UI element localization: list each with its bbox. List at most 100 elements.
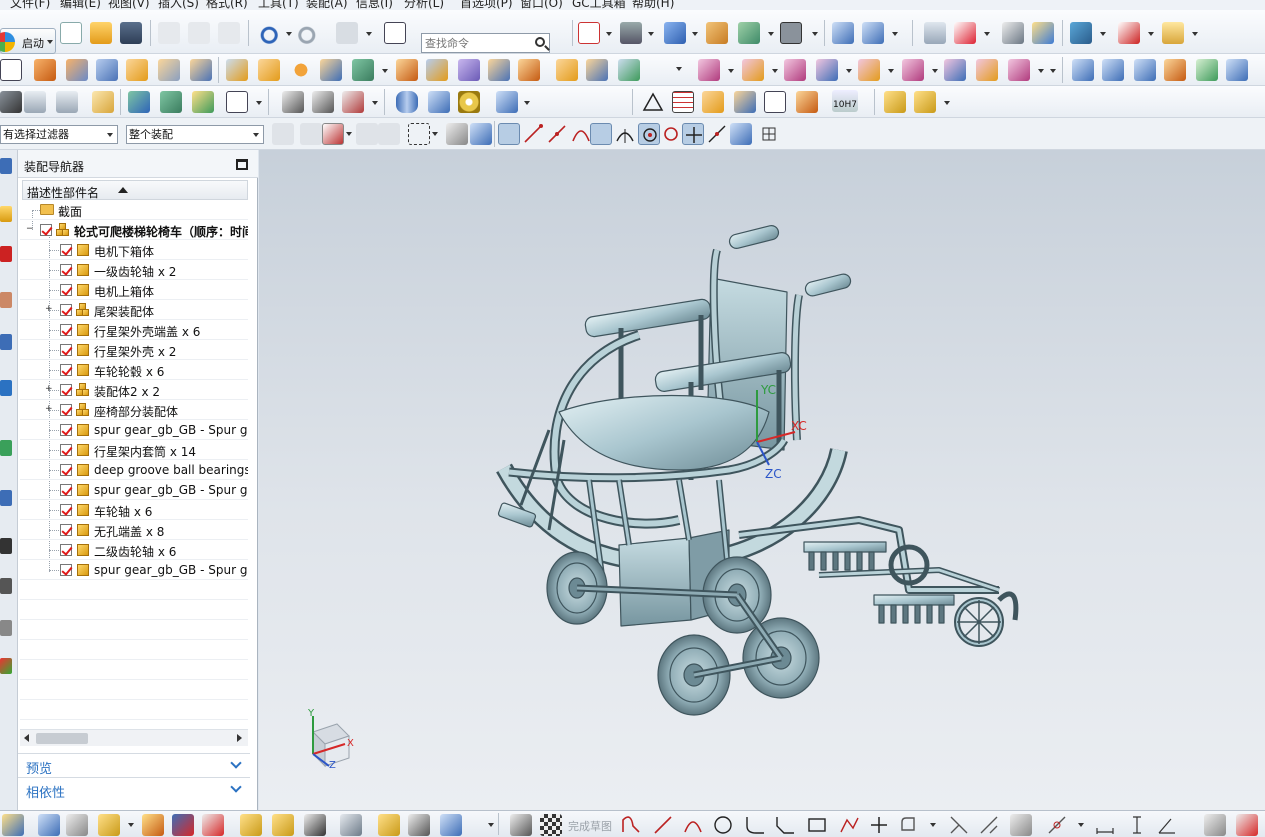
spring-constraint-icon[interactable]: [440, 814, 462, 836]
quadrant-icon[interactable]: [638, 123, 660, 145]
bounded-grid-icon[interactable]: [758, 123, 780, 145]
offset-face-icon[interactable]: [586, 59, 608, 81]
menu-preferences[interactable]: 首选项(P): [460, 0, 513, 10]
intersection-icon[interactable]: [590, 123, 612, 145]
add-component-icon[interactable]: [698, 59, 720, 81]
visibility-checkbox[interactable]: [40, 224, 52, 236]
spline-icon[interactable]: [312, 91, 334, 113]
circle-snap-icon[interactable]: [660, 123, 682, 145]
maximize-icon[interactable]: [236, 159, 248, 170]
gear-icon[interactable]: [496, 91, 518, 113]
extrude-icon[interactable]: [34, 59, 56, 81]
subtract-icon[interactable]: [352, 59, 374, 81]
column-header[interactable]: 描述性部件名: [22, 180, 248, 200]
visibility-checkbox[interactable]: [60, 384, 72, 396]
dimension-icon[interactable]: [1094, 814, 1116, 836]
chamfer-icon[interactable]: [488, 59, 510, 81]
tree-row[interactable]: 车轮轴 x 6: [20, 500, 248, 520]
graphics-window[interactable]: YC XC ZC Y X Z: [259, 150, 1265, 810]
expand-icon[interactable]: +: [45, 385, 53, 394]
circle-icon[interactable]: [712, 814, 734, 836]
visibility-checkbox[interactable]: [60, 284, 72, 296]
repeat-command-icon[interactable]: [336, 22, 358, 44]
endpoint-icon[interactable]: [522, 123, 544, 145]
tree-row[interactable]: 行星架外壳 x 2: [20, 340, 248, 360]
triangle-icon[interactable]: [642, 91, 664, 113]
cylinder-icon[interactable]: [126, 59, 148, 81]
tree-row[interactable]: 电机下箱体: [20, 240, 248, 260]
visibility-checkbox[interactable]: [60, 484, 72, 496]
offset-curve-icon[interactable]: [342, 91, 364, 113]
visibility-checkbox[interactable]: [60, 424, 72, 436]
reuse-library-tab-icon[interactable]: [0, 334, 12, 350]
system-materials-tab-icon[interactable]: [0, 490, 12, 506]
menu-tools[interactable]: 工具(T): [258, 0, 299, 10]
finish-sketch-icon[interactable]: [540, 814, 562, 836]
enable-snap-icon[interactable]: [498, 123, 520, 145]
manufacturing-wizard-tab-icon[interactable]: [0, 578, 12, 594]
pattern-feature-icon[interactable]: [290, 59, 312, 81]
studio-surface-icon[interactable]: [1226, 59, 1248, 81]
process-studio-tab-icon[interactable]: [0, 538, 12, 554]
midpoint-icon[interactable]: [546, 123, 568, 145]
menu-analysis[interactable]: 分析(L): [404, 0, 444, 10]
start-button[interactable]: 启动: [0, 28, 56, 54]
package-icon[interactable]: [340, 814, 362, 836]
visibility-checkbox[interactable]: [60, 404, 72, 416]
extend-icon[interactable]: [978, 814, 1000, 836]
angular-dimension-icon[interactable]: [1156, 814, 1178, 836]
menu-insert[interactable]: 插入(S): [158, 0, 199, 10]
sketch-icon[interactable]: [0, 59, 22, 81]
bridge-surface-icon[interactable]: [1196, 59, 1218, 81]
tree-row[interactable]: + 座椅部分装配体: [20, 400, 248, 420]
offset-sketch-icon[interactable]: [898, 814, 920, 836]
tree-row[interactable]: + 尾架装配体: [20, 300, 248, 320]
snap-point-2-icon[interactable]: [378, 123, 400, 145]
pin-icon[interactable]: [0, 158, 12, 174]
scroll-right-icon[interactable]: [237, 734, 242, 742]
sweep-icon[interactable]: [1134, 59, 1156, 81]
menu-window[interactable]: 窗口(O): [520, 0, 563, 10]
rectangle-icon[interactable]: [806, 814, 828, 836]
assembly-reference-icon[interactable]: [914, 91, 936, 113]
tree-row[interactable]: spur gear_gb_GB - Spur g: [20, 420, 248, 440]
revolve-icon[interactable]: [66, 59, 88, 81]
chevron-down-icon[interactable]: [230, 781, 242, 793]
assembly-navigator-tab-icon[interactable]: [0, 206, 12, 222]
expand-icon[interactable]: +: [45, 305, 53, 314]
point-on-curve-icon[interactable]: [706, 123, 728, 145]
move-component-icon[interactable]: [832, 22, 854, 44]
visibility-checkbox[interactable]: [60, 304, 72, 316]
component-icon[interactable]: [38, 814, 60, 836]
visibility-checkbox[interactable]: [60, 564, 72, 576]
history-tab-icon[interactable]: [0, 440, 12, 456]
subassembly-icon[interactable]: [304, 814, 326, 836]
visibility-checkbox[interactable]: [60, 444, 72, 456]
command-finder[interactable]: [421, 33, 550, 53]
ruler-icon[interactable]: [1162, 22, 1184, 44]
thread-icon[interactable]: [396, 91, 418, 113]
draft-icon[interactable]: [556, 59, 578, 81]
assembly-cut-icon[interactable]: [1008, 59, 1030, 81]
curve-icon[interactable]: [282, 91, 304, 113]
fix-icon[interactable]: [408, 814, 430, 836]
analysis-icon[interactable]: [1032, 22, 1054, 44]
information-icon[interactable]: [384, 22, 406, 44]
tolerance-icon[interactable]: 10H7: [832, 90, 858, 112]
layer-settings-icon[interactable]: [706, 22, 728, 44]
measure-icon[interactable]: [1002, 22, 1024, 44]
hole-icon[interactable]: [158, 59, 180, 81]
point-sketch-icon[interactable]: [868, 814, 890, 836]
part-navigator-tab-icon[interactable]: [0, 292, 12, 308]
sketch-task-icon[interactable]: [510, 814, 532, 836]
dependency-section[interactable]: 相依性: [18, 777, 250, 801]
chamfer-sketch-icon[interactable]: [774, 814, 796, 836]
profile-icon[interactable]: [620, 814, 642, 836]
open-folder-icon[interactable]: [90, 22, 112, 44]
point-icon[interactable]: [0, 91, 22, 113]
selection-scope-select[interactable]: 整个装配: [126, 125, 264, 144]
new-file-icon[interactable]: [60, 22, 82, 44]
copy-icon[interactable]: [188, 22, 210, 44]
tree-row[interactable]: 行星架外壳端盖 x 6: [20, 320, 248, 340]
tree-row[interactable]: deep groove ball bearings: [20, 460, 248, 480]
